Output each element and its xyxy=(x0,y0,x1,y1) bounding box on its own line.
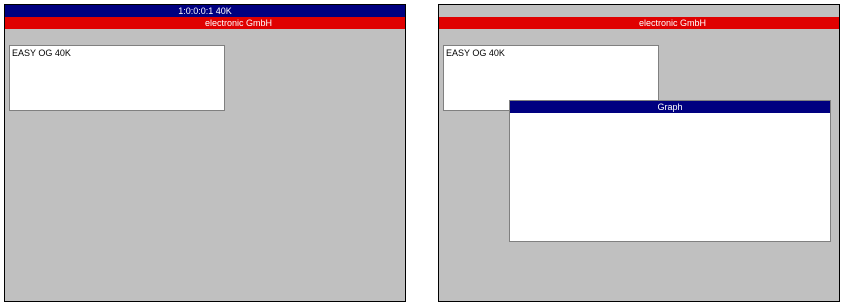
graph-title: Graph xyxy=(510,101,830,113)
brand-banner: electronic GmbH xyxy=(439,17,839,29)
device-panel: EASY OG 40K xyxy=(9,45,225,111)
device-name: EASY OG 40K xyxy=(12,48,71,58)
graph-window[interactable]: Graph xyxy=(509,100,831,242)
main-window-right: electronic GmbH EASY OG 40K Graph xyxy=(438,4,840,302)
device-name: EASY OG 40K xyxy=(446,48,505,58)
window-title: 1:0:0:0:1 40K xyxy=(5,5,405,17)
brand-banner: electronic GmbH xyxy=(5,17,405,29)
main-window-left: 1:0:0:0:1 40K electronic GmbH EASY OG 40… xyxy=(4,4,406,302)
